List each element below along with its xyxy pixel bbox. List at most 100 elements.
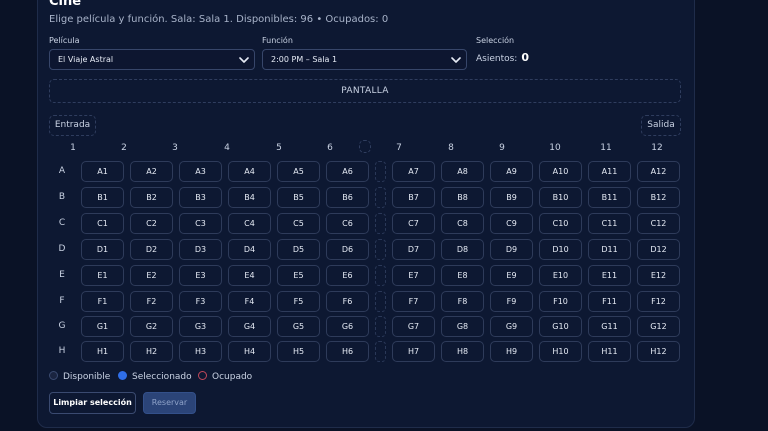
seat-g2[interactable]: G2 (130, 316, 173, 337)
seat-b6[interactable]: B6 (326, 187, 369, 208)
seat-a1[interactable]: A1 (81, 161, 124, 182)
seat-h4[interactable]: H4 (228, 341, 271, 362)
seat-b1[interactable]: B1 (81, 187, 124, 208)
seat-e6[interactable]: E6 (326, 265, 369, 286)
seat-b4[interactable]: B4 (228, 187, 271, 208)
movie-select[interactable]: El Viaje Astral (49, 49, 255, 70)
seat-h10[interactable]: H10 (539, 341, 582, 362)
seat-f11[interactable]: F11 (588, 291, 631, 312)
seat-f8[interactable]: F8 (441, 291, 484, 312)
seat-e11[interactable]: E11 (588, 265, 631, 286)
seat-b3[interactable]: B3 (179, 187, 222, 208)
seat-c12[interactable]: C12 (637, 213, 680, 234)
seat-a2[interactable]: A2 (130, 161, 173, 182)
seat-h9[interactable]: H9 (490, 341, 533, 362)
seat-e1[interactable]: E1 (81, 265, 124, 286)
seat-g8[interactable]: G8 (441, 316, 484, 337)
seat-g3[interactable]: G3 (179, 316, 222, 337)
seat-a12[interactable]: A12 (637, 161, 680, 182)
seat-h2[interactable]: H2 (130, 341, 173, 362)
seat-e8[interactable]: E8 (441, 265, 484, 286)
seat-c3[interactable]: C3 (179, 213, 222, 234)
seat-b10[interactable]: B10 (539, 187, 582, 208)
seat-b2[interactable]: B2 (130, 187, 173, 208)
seat-g10[interactable]: G10 (539, 316, 582, 337)
seat-a8[interactable]: A8 (441, 161, 484, 182)
seat-d12[interactable]: D12 (637, 239, 680, 260)
seat-g5[interactable]: G5 (277, 316, 320, 337)
seat-h12[interactable]: H12 (637, 341, 680, 362)
seat-a11[interactable]: A11 (588, 161, 631, 182)
seat-a9[interactable]: A9 (490, 161, 533, 182)
seat-g1[interactable]: G1 (81, 316, 124, 337)
seat-h8[interactable]: H8 (441, 341, 484, 362)
seat-b7[interactable]: B7 (392, 187, 435, 208)
seat-f1[interactable]: F1 (81, 291, 124, 312)
seat-h6[interactable]: H6 (326, 341, 369, 362)
seat-c6[interactable]: C6 (326, 213, 369, 234)
seat-g7[interactable]: G7 (392, 316, 435, 337)
seat-f5[interactable]: F5 (277, 291, 320, 312)
seat-g6[interactable]: G6 (326, 316, 369, 337)
seat-c1[interactable]: C1 (81, 213, 124, 234)
seat-f7[interactable]: F7 (392, 291, 435, 312)
showtime-select[interactable]: 2:00 PM – Sala 1 (262, 49, 467, 70)
seat-c8[interactable]: C8 (441, 213, 484, 234)
seat-d7[interactable]: D7 (392, 239, 435, 260)
seat-h7[interactable]: H7 (392, 341, 435, 362)
seat-c7[interactable]: C7 (392, 213, 435, 234)
seat-g9[interactable]: G9 (490, 316, 533, 337)
seat-e12[interactable]: E12 (637, 265, 680, 286)
seat-g4[interactable]: G4 (228, 316, 271, 337)
seat-a6[interactable]: A6 (326, 161, 369, 182)
seat-f4[interactable]: F4 (228, 291, 271, 312)
clear-selection-button[interactable]: Limpiar selección (49, 392, 136, 414)
seat-d2[interactable]: D2 (130, 239, 173, 260)
seat-b8[interactable]: B8 (441, 187, 484, 208)
seat-e7[interactable]: E7 (392, 265, 435, 286)
seat-a4[interactable]: A4 (228, 161, 271, 182)
seat-f12[interactable]: F12 (637, 291, 680, 312)
seat-c4[interactable]: C4 (228, 213, 271, 234)
seat-f3[interactable]: F3 (179, 291, 222, 312)
seat-h5[interactable]: H5 (277, 341, 320, 362)
seat-f6[interactable]: F6 (326, 291, 369, 312)
seat-c9[interactable]: C9 (490, 213, 533, 234)
seat-c10[interactable]: C10 (539, 213, 582, 234)
seat-c5[interactable]: C5 (277, 213, 320, 234)
seat-d3[interactable]: D3 (179, 239, 222, 260)
seat-d8[interactable]: D8 (441, 239, 484, 260)
seat-e3[interactable]: E3 (179, 265, 222, 286)
seat-d6[interactable]: D6 (326, 239, 369, 260)
seat-g12[interactable]: G12 (637, 316, 680, 337)
seat-e9[interactable]: E9 (490, 265, 533, 286)
seat-e4[interactable]: E4 (228, 265, 271, 286)
seat-b9[interactable]: B9 (490, 187, 533, 208)
seat-e2[interactable]: E2 (130, 265, 173, 286)
seat-d4[interactable]: D4 (228, 239, 271, 260)
seat-a5[interactable]: A5 (277, 161, 320, 182)
seat-e5[interactable]: E5 (277, 265, 320, 286)
seat-d1[interactable]: D1 (81, 239, 124, 260)
seat-f2[interactable]: F2 (130, 291, 173, 312)
seat-g11[interactable]: G11 (588, 316, 631, 337)
seat-b11[interactable]: B11 (588, 187, 631, 208)
seat-d9[interactable]: D9 (490, 239, 533, 260)
seat-f9[interactable]: F9 (490, 291, 533, 312)
seat-a3[interactable]: A3 (179, 161, 222, 182)
seat-a10[interactable]: A10 (539, 161, 582, 182)
seat-d10[interactable]: D10 (539, 239, 582, 260)
seat-b12[interactable]: B12 (637, 187, 680, 208)
seat-f10[interactable]: F10 (539, 291, 582, 312)
seat-c11[interactable]: C11 (588, 213, 631, 234)
seat-b5[interactable]: B5 (277, 187, 320, 208)
seat-d5[interactable]: D5 (277, 239, 320, 260)
seat-h3[interactable]: H3 (179, 341, 222, 362)
seat-e10[interactable]: E10 (539, 265, 582, 286)
seat-h1[interactable]: H1 (81, 341, 124, 362)
seat-d11[interactable]: D11 (588, 239, 631, 260)
seat-a7[interactable]: A7 (392, 161, 435, 182)
seat-c2[interactable]: C2 (130, 213, 173, 234)
reserve-button[interactable]: Reservar (143, 392, 196, 414)
seat-h11[interactable]: H11 (588, 341, 631, 362)
